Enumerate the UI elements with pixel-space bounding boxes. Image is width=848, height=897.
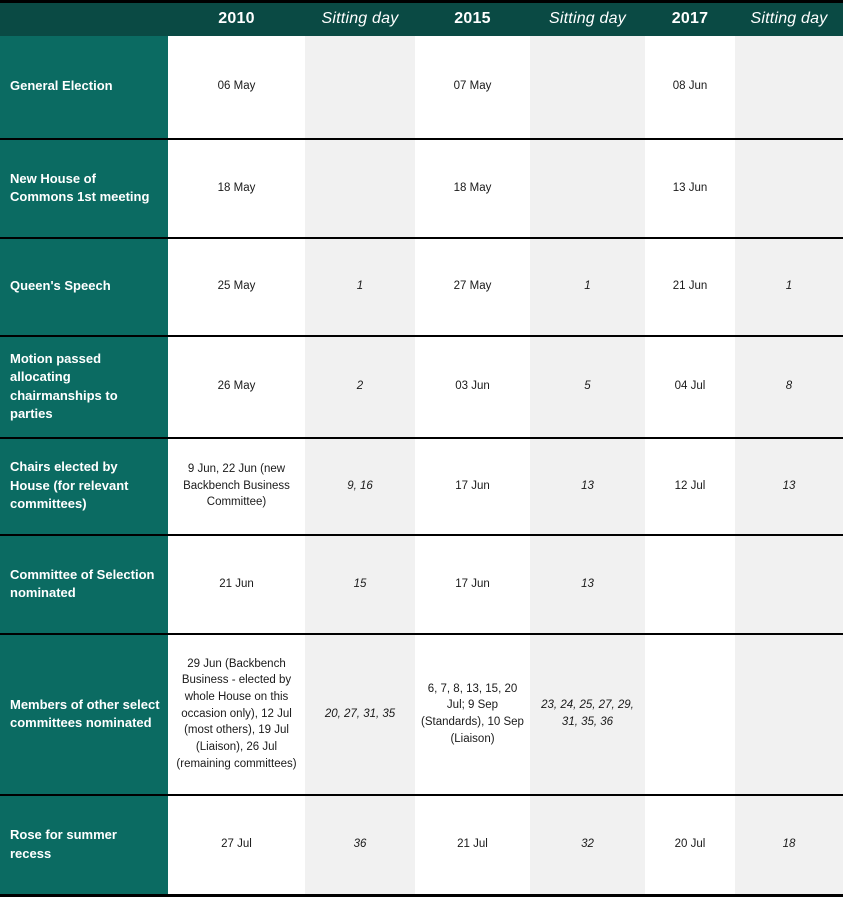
header-row: 2010 Sitting day 2015 Sitting day 2017 S…	[0, 1, 843, 36]
cell-sitting-day-2010: 1	[305, 237, 415, 336]
table-row: General Election 06 May 07 May 08 Jun	[0, 35, 843, 139]
committee-timeline-table: 2010 Sitting day 2015 Sitting day 2017 S…	[0, 0, 843, 897]
cell-date-2017: 12 Jul	[645, 437, 735, 535]
cell-date-2010: 26 May	[168, 335, 305, 438]
cell-date-2010: 06 May	[168, 35, 305, 139]
row-label: General Election	[0, 35, 168, 139]
cell-sitting-day-2010: 2	[305, 335, 415, 438]
table-row: Committee of Selection nominated 21 Jun …	[0, 534, 843, 634]
cell-date-2010: 18 May	[168, 138, 305, 238]
cell-date-2015: 21 Jul	[415, 794, 530, 896]
cell-sitting-day-2017: 8	[735, 335, 843, 438]
table-row: Queen's Speech 25 May 1 27 May 1 21 Jun …	[0, 237, 843, 336]
header-col-sitting-day-2010: Sitting day	[305, 1, 415, 36]
cell-sitting-day-2015: 32	[530, 794, 645, 896]
table-header: 2010 Sitting day 2015 Sitting day 2017 S…	[0, 1, 843, 36]
cell-date-2015: 17 Jun	[415, 437, 530, 535]
cell-sitting-day-2010: 9, 16	[305, 437, 415, 535]
cell-date-2017: 04 Jul	[645, 335, 735, 438]
cell-date-2010: 27 Jul	[168, 794, 305, 896]
cell-date-2017: 21 Jun	[645, 237, 735, 336]
cell-date-2010: 25 May	[168, 237, 305, 336]
cell-sitting-day-2015: 1	[530, 237, 645, 336]
row-label: Chairs elected by House (for relevant co…	[0, 437, 168, 535]
row-label: Queen's Speech	[0, 237, 168, 336]
cell-date-2015: 27 May	[415, 237, 530, 336]
row-label: New House of Commons 1st meeting	[0, 138, 168, 238]
table-row: New House of Commons 1st meeting 18 May …	[0, 138, 843, 238]
cell-date-2015: 07 May	[415, 35, 530, 139]
cell-sitting-day-2017	[735, 138, 843, 238]
cell-sitting-day-2017: 13	[735, 437, 843, 535]
table-body: General Election 06 May 07 May 08 Jun Ne…	[0, 35, 843, 896]
cell-date-2015: 17 Jun	[415, 534, 530, 634]
cell-sitting-day-2017: 18	[735, 794, 843, 896]
table-row: Rose for summer recess 27 Jul 36 21 Jul …	[0, 794, 843, 896]
cell-sitting-day-2015	[530, 138, 645, 238]
header-col-2010: 2010	[168, 1, 305, 36]
header-col-2015: 2015	[415, 1, 530, 36]
cell-sitting-day-2010	[305, 35, 415, 139]
cell-date-2010: 9 Jun, 22 Jun (new Backbench Business Co…	[168, 437, 305, 535]
cell-sitting-day-2010	[305, 138, 415, 238]
table-row: Chairs elected by House (for relevant co…	[0, 437, 843, 535]
table-row: Members of other select committees nomin…	[0, 633, 843, 795]
cell-date-2015: 03 Jun	[415, 335, 530, 438]
header-col-sitting-day-2015: Sitting day	[530, 1, 645, 36]
cell-sitting-day-2017	[735, 534, 843, 634]
cell-date-2017: 08 Jun	[645, 35, 735, 139]
cell-sitting-day-2017	[735, 35, 843, 139]
cell-date-2010: 21 Jun	[168, 534, 305, 634]
cell-sitting-day-2015: 13	[530, 534, 645, 634]
cell-sitting-day-2015: 23, 24, 25, 27, 29, 31, 35, 36	[530, 633, 645, 795]
cell-date-2017	[645, 534, 735, 634]
cell-sitting-day-2015	[530, 35, 645, 139]
cell-date-2017: 20 Jul	[645, 794, 735, 896]
cell-sitting-day-2010: 20, 27, 31, 35	[305, 633, 415, 795]
header-col-sitting-day-2017: Sitting day	[735, 1, 843, 36]
row-label: Committee of Selection nominated	[0, 534, 168, 634]
cell-sitting-day-2017	[735, 633, 843, 795]
cell-sitting-day-2010: 36	[305, 794, 415, 896]
cell-sitting-day-2015: 5	[530, 335, 645, 438]
header-col-2017: 2017	[645, 1, 735, 36]
cell-date-2015: 18 May	[415, 138, 530, 238]
cell-date-2017	[645, 633, 735, 795]
cell-date-2015: 6, 7, 8, 13, 15, 20 Jul; 9 Sep (Standard…	[415, 633, 530, 795]
cell-sitting-day-2015: 13	[530, 437, 645, 535]
cell-date-2010: 29 Jun (Backbench Business - elected by …	[168, 633, 305, 795]
cell-date-2017: 13 Jun	[645, 138, 735, 238]
cell-sitting-day-2017: 1	[735, 237, 843, 336]
schedule-table-container: 2010 Sitting day 2015 Sitting day 2017 S…	[0, 0, 848, 897]
header-corner-cell	[0, 1, 168, 36]
row-label: Motion passed allocating chairmanships t…	[0, 335, 168, 438]
cell-sitting-day-2010: 15	[305, 534, 415, 634]
row-label: Rose for summer recess	[0, 794, 168, 896]
table-row: Motion passed allocating chairmanships t…	[0, 335, 843, 438]
row-label: Members of other select committees nomin…	[0, 633, 168, 795]
